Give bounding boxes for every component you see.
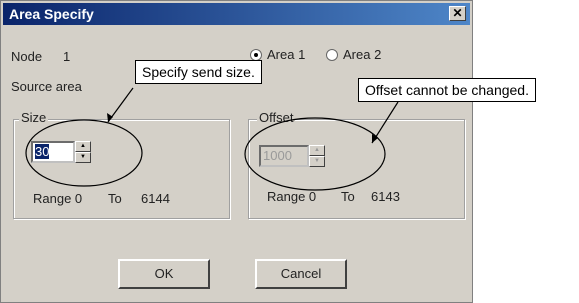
offset-callout: Offset cannot be changed. bbox=[358, 78, 536, 102]
size-callout: Specify send size. bbox=[135, 60, 262, 84]
size-highlight-ellipse bbox=[25, 119, 143, 187]
offset-highlight-ellipse bbox=[244, 117, 386, 191]
annotation-overlay bbox=[25, 87, 399, 191]
size-pointer-arrow bbox=[107, 113, 113, 122]
